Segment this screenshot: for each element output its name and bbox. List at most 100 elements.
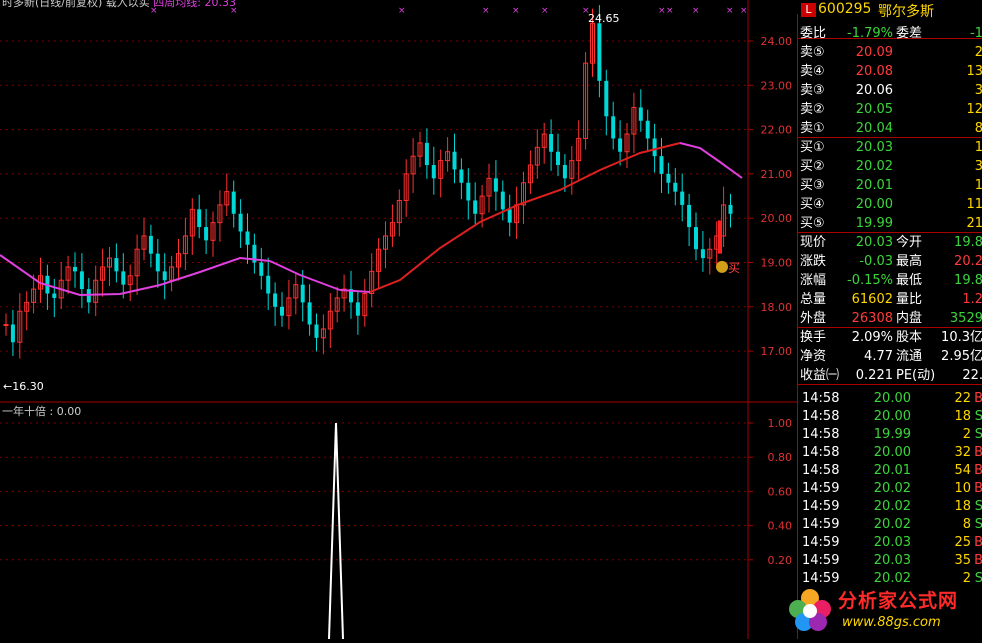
axis-label: 20.00 bbox=[761, 212, 793, 225]
quote-row: 涨跌 -0.03 最高 20.2 bbox=[798, 252, 982, 271]
candle-body bbox=[424, 142, 429, 166]
moving-average-line bbox=[0, 142, 743, 297]
quote-value-2: 2 bbox=[974, 45, 982, 60]
quote-label: 卖④ bbox=[800, 64, 825, 79]
candle-body bbox=[155, 253, 160, 272]
quote-row: 收益㈠ 0.221 PE(动) 22. bbox=[798, 366, 982, 385]
ma-segment bbox=[369, 142, 681, 293]
tick-time: 14:59 bbox=[802, 481, 840, 496]
signal-marker: × bbox=[482, 6, 490, 16]
candle-body bbox=[700, 249, 705, 259]
tick-row: 14:59 20.03 35 B bbox=[798, 551, 982, 570]
tick-volume: 32 bbox=[954, 445, 971, 460]
quote-value: 20.06 bbox=[855, 83, 893, 98]
kline-chart[interactable]: 买24.65←16.30× × × × × × × × × × × × 24.0023.0022.00… bbox=[0, 0, 797, 639]
panel-divider bbox=[798, 137, 982, 138]
candle-body bbox=[314, 324, 319, 338]
signal-marker: × bbox=[512, 6, 520, 16]
tick-price: 19.99 bbox=[873, 427, 911, 442]
quote-value: 4.77 bbox=[864, 349, 893, 364]
tick-price: 20.01 bbox=[873, 463, 911, 478]
sub-axis-label: 0.40 bbox=[768, 520, 793, 533]
tick-row: 14:58 20.00 32 B bbox=[798, 443, 982, 462]
tick-row: 14:59 20.02 10 B bbox=[798, 479, 982, 498]
quote-value-2: 10.3亿 bbox=[941, 330, 982, 345]
indicator-subchart: 1.00 0.80 0.60 0.40 0.20 bbox=[0, 417, 792, 639]
tick-volume: 25 bbox=[954, 535, 971, 550]
axis-label: 24.00 bbox=[761, 35, 793, 48]
quote-label: 委比 bbox=[800, 26, 827, 41]
quote-panel: L 600295 鄂尔多斯 委比 -1.79% 委差 -1 卖⑤ 20.09 2 卖④ 20.0… bbox=[797, 1, 982, 639]
candlesticks: 买24.65←16.30× × × × × × × × × × × × bbox=[3, 5, 748, 393]
candle-body bbox=[604, 80, 609, 117]
signal-marker: × bbox=[398, 6, 406, 16]
candle-body bbox=[197, 209, 202, 228]
tick-flag: B bbox=[974, 553, 982, 568]
sub-axis-label: 0.80 bbox=[768, 451, 793, 464]
candle-body bbox=[121, 271, 126, 285]
quote-value: 0.221 bbox=[855, 368, 893, 383]
quote-value-2: 13 bbox=[966, 64, 982, 79]
tick-row: 14:59 20.02 8 S bbox=[798, 515, 982, 534]
candle-body bbox=[466, 182, 471, 201]
tick-time: 14:59 bbox=[802, 517, 840, 532]
candle-body bbox=[52, 293, 57, 298]
tick-price: 20.02 bbox=[873, 481, 911, 496]
candle-body bbox=[245, 231, 250, 245]
signal-spike bbox=[328, 422, 344, 639]
buy-signal-bar bbox=[718, 220, 722, 254]
candle-body bbox=[673, 182, 678, 192]
quote-label-2: 量比 bbox=[896, 292, 923, 307]
candle-body bbox=[694, 227, 698, 250]
quote-label-2: 最高 bbox=[896, 254, 923, 269]
axis-label: 17.00 bbox=[761, 345, 793, 358]
quote-row: 卖③ 20.06 3 bbox=[798, 81, 982, 100]
sub-axis-label: 0.60 bbox=[768, 485, 793, 498]
stock-code: 600295 bbox=[818, 1, 872, 17]
signal-marker: × bbox=[582, 6, 590, 16]
quote-label-2: 股本 bbox=[896, 330, 923, 345]
tick-row: 14:58 19.99 2 S bbox=[798, 425, 982, 444]
candle-body bbox=[114, 258, 119, 272]
quote-value-2: 2.95亿 bbox=[941, 349, 982, 364]
tick-price: 20.00 bbox=[873, 391, 911, 406]
candle-body bbox=[666, 173, 671, 183]
candle-body bbox=[73, 266, 77, 272]
tick-time: 14:59 bbox=[802, 499, 840, 514]
quote-label: 买② bbox=[800, 159, 825, 174]
quote-label: 买③ bbox=[800, 178, 825, 193]
candle-body bbox=[307, 302, 312, 325]
tick-flag: B bbox=[974, 445, 982, 460]
sub-axis-label: 0.20 bbox=[768, 554, 793, 567]
quote-row: 买⑤ 19.99 21 bbox=[798, 214, 982, 233]
high-marker: 24.65 bbox=[588, 12, 620, 25]
quote-value: -0.03 bbox=[859, 254, 893, 269]
tick-price: 20.03 bbox=[873, 535, 911, 550]
tick-price: 20.00 bbox=[873, 409, 911, 424]
candle-body bbox=[680, 191, 685, 205]
quote-value: 2.09% bbox=[851, 330, 893, 345]
tick-flag: S bbox=[974, 499, 982, 514]
candle-body bbox=[273, 293, 278, 307]
candle-body bbox=[493, 178, 498, 192]
axis-label: 18.00 bbox=[761, 301, 793, 314]
quote-value-2: 8 bbox=[974, 121, 982, 136]
ma-segment bbox=[269, 260, 341, 291]
tick-time: 14:58 bbox=[802, 391, 840, 406]
quote-value: 20.08 bbox=[855, 64, 893, 79]
signal-marker: × bbox=[541, 6, 549, 16]
candle-body bbox=[266, 275, 271, 294]
quote-label: 卖③ bbox=[800, 83, 825, 98]
quote-label-2: PE(动) bbox=[896, 368, 936, 383]
quote-value: 20.04 bbox=[855, 121, 893, 136]
candle-body bbox=[300, 284, 305, 303]
candle-body bbox=[556, 151, 560, 166]
quote-label: 总量 bbox=[800, 292, 827, 307]
quote-value: 20.05 bbox=[855, 102, 893, 117]
quote-value-2: 12 bbox=[966, 102, 982, 117]
quote-label: 卖① bbox=[800, 121, 825, 136]
axis-label: 23.00 bbox=[761, 79, 793, 92]
ma-segment bbox=[679, 142, 743, 179]
candle-body bbox=[280, 306, 284, 316]
quote-row: 买③ 20.01 1 bbox=[798, 176, 982, 195]
